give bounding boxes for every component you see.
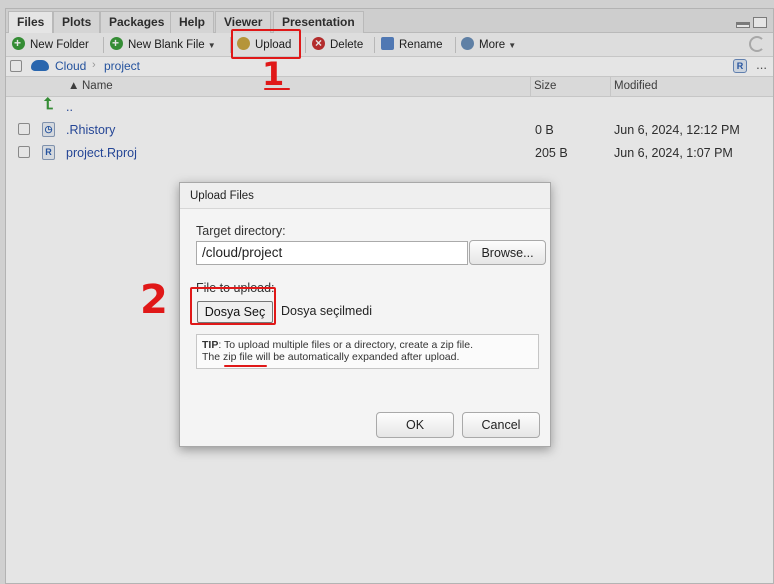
annotation-underline xyxy=(264,88,290,90)
tip-text-line1: : To upload multiple files or a director… xyxy=(218,339,473,351)
tip-label: TIP xyxy=(202,339,219,351)
tip-text-prefix: The xyxy=(202,351,224,363)
annotation-number-two: 2 xyxy=(140,277,168,323)
ok-button[interactable]: OK xyxy=(376,412,454,438)
target-directory-label: Target directory: xyxy=(196,224,286,238)
target-directory-field[interactable]: /cloud/project xyxy=(196,241,468,265)
browse-button[interactable]: Browse... xyxy=(469,240,546,265)
annotation-number-one: 1 xyxy=(262,55,285,93)
annotation-underline-zip xyxy=(224,365,267,367)
annotation-box-choose-file xyxy=(190,287,276,325)
upload-tip: TIP: To upload multiple files or a direc… xyxy=(196,334,539,369)
tip-text-suffix: will be automatically expanded after upl… xyxy=(252,351,460,363)
cancel-button[interactable]: Cancel xyxy=(462,412,540,438)
tip-zip-file: zip file xyxy=(223,351,253,363)
dialog-title: Upload Files xyxy=(180,183,550,209)
no-file-chosen-text: Dosya seçilmedi xyxy=(281,304,373,318)
